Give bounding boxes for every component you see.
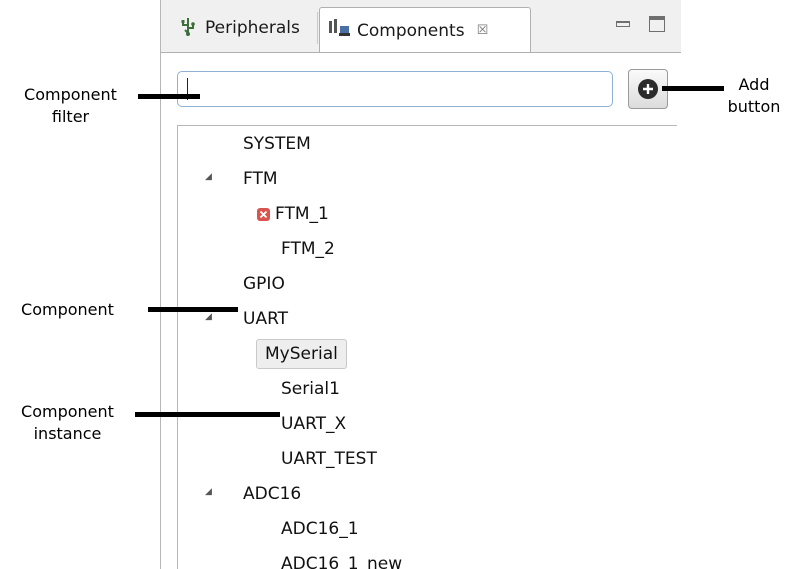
tree-item-system[interactable]: SYSTEM xyxy=(243,131,311,157)
annotation-text: Component xyxy=(21,300,114,319)
tree-item-label: ADC16 xyxy=(243,484,302,504)
annotation-pointer-line xyxy=(148,307,238,312)
tree-item-label: FTM xyxy=(243,169,278,189)
tree-item-label: Serial1 xyxy=(281,379,340,399)
annotation-component: Component xyxy=(5,299,130,321)
tree-item-uart-x[interactable]: UART_X xyxy=(281,411,346,437)
tab-components[interactable]: Components ☒ xyxy=(319,7,531,53)
tree-item-ftm[interactable]: FTM xyxy=(243,166,278,192)
tree-item-uart[interactable]: UART xyxy=(243,306,288,332)
components-view-content: SYSTEM ◢ FTM FTM_1 FTM_2 GPIO ◢ UART MyS… xyxy=(161,52,681,569)
tab-components-label: Components xyxy=(357,20,465,41)
components-tree: SYSTEM ◢ FTM FTM_1 FTM_2 GPIO ◢ UART MyS… xyxy=(177,125,677,569)
usb-plug-icon xyxy=(177,15,199,42)
tree-item-label: MySerial xyxy=(265,344,338,364)
tree-item-serial1[interactable]: Serial1 xyxy=(281,376,340,402)
screenshot-stage: Peripherals Components ☒ SYSTEM ◢ FTM FT… xyxy=(0,0,793,569)
expand-twisty-icon[interactable]: ◢ xyxy=(205,164,212,190)
components-icon xyxy=(327,17,351,44)
expand-twisty-icon[interactable]: ◢ xyxy=(205,479,212,505)
tree-item-adc16-1-new[interactable]: ADC16_1_new xyxy=(281,551,402,569)
close-tab-icon[interactable]: ☒ xyxy=(477,23,489,38)
annotation-component-instance: Component instance xyxy=(5,401,130,445)
annotation-add-button: Add button xyxy=(715,74,793,118)
tree-item-label: UART xyxy=(243,309,289,329)
tab-bar: Peripherals Components ☒ xyxy=(161,0,681,53)
tree-item-gpio[interactable]: GPIO xyxy=(243,271,285,297)
tree-item-uart-test[interactable]: UART_TEST xyxy=(281,446,377,472)
annotation-component-filter: Component filter xyxy=(8,84,133,128)
annotation-text: Add xyxy=(738,75,770,94)
tree-item-label: ADC16_1 xyxy=(281,519,359,539)
tree-item-ftm-2[interactable]: FTM_2 xyxy=(281,236,335,262)
plus-icon xyxy=(638,79,658,99)
tree-item-label: FTM_1 xyxy=(275,204,329,224)
annotation-text: filter xyxy=(51,107,90,126)
tree-item-label: UART_X xyxy=(281,414,347,434)
error-icon xyxy=(257,208,270,221)
component-filter-input[interactable] xyxy=(177,71,613,107)
tab-peripherals-label: Peripherals xyxy=(205,18,300,38)
minimize-icon[interactable] xyxy=(616,21,630,27)
tab-divider xyxy=(317,12,318,44)
annotation-pointer-line xyxy=(135,412,280,417)
components-view-panel: Peripherals Components ☒ SYSTEM ◢ FTM FT… xyxy=(160,0,681,569)
maximize-icon[interactable] xyxy=(649,16,665,32)
annotation-pointer-line xyxy=(138,94,200,99)
tree-item-label: UART_TEST xyxy=(281,449,377,469)
annotation-text: Component xyxy=(21,402,114,421)
tree-item-label: FTM_2 xyxy=(281,239,335,259)
tree-item-label: ADC16_1_new xyxy=(281,554,403,569)
annotation-text: instance xyxy=(33,424,102,443)
tree-item-adc16[interactable]: ADC16 xyxy=(243,481,301,507)
tree-item-adc16-1[interactable]: ADC16_1 xyxy=(281,516,359,542)
annotation-text: button xyxy=(727,97,781,116)
tab-peripherals[interactable]: Peripherals xyxy=(169,10,319,46)
tree-item-label: SYSTEM xyxy=(243,134,311,154)
tree-item-myserial-selected[interactable]: MySerial xyxy=(256,339,347,369)
tree-item-label: GPIO xyxy=(243,274,285,294)
annotation-text: Component xyxy=(24,85,117,104)
tree-item-ftm-1[interactable]: FTM_1 xyxy=(275,201,329,227)
